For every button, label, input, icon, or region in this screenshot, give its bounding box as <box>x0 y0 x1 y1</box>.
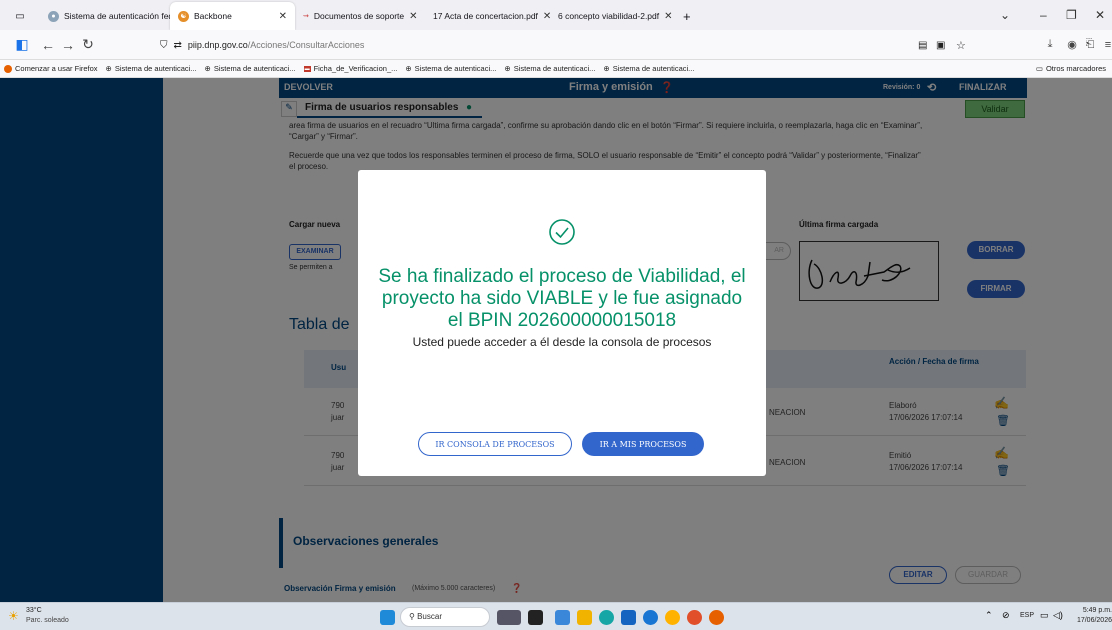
tab-list-chevron-icon[interactable]: ⌄ <box>1000 0 1010 30</box>
bookmark-item[interactable]: ⊕ Sistema de autenticaci... <box>599 64 698 73</box>
weather-sun-icon: ☀ <box>8 609 19 623</box>
close-window-icon[interactable]: ✕ <box>1095 0 1105 30</box>
globe-icon: ⊕ <box>204 64 211 73</box>
browser-tab[interactable]: 17 Acta de concertacion.pdf ✕ <box>425 2 550 30</box>
tab-title: 6 concepto viabilidad-2.pdf <box>558 11 660 21</box>
bookmark-label: Sistema de autenticaci... <box>114 64 197 73</box>
chrome-icon[interactable] <box>665 610 680 625</box>
tab-list-button[interactable]: ▭ <box>0 2 40 30</box>
bookmark-label: Sistema de autenticaci... <box>414 64 497 73</box>
store-icon[interactable] <box>621 610 636 625</box>
bookmark-label: Ficha_de_Verificacion_... <box>313 64 398 73</box>
url-path: /Acciones/ConsultarAcciones <box>247 40 365 50</box>
display-icon[interactable]: ▭ <box>1040 610 1049 621</box>
bookmark-item[interactable]: ⊕ Sistema de autenticaci... <box>500 64 599 73</box>
bookmark-label: Sistema de autenticaci... <box>612 64 695 73</box>
opera-icon[interactable] <box>687 610 702 625</box>
search-placeholder: Buscar <box>417 612 442 621</box>
volume-icon[interactable]: ◁) <box>1053 610 1063 621</box>
restore-icon[interactable]: ❐ <box>1066 0 1077 30</box>
network-icon[interactable]: ⊘ <box>1002 610 1010 621</box>
globe-icon: ⊕ <box>504 64 511 73</box>
clock-time[interactable]: 5:49 p.m. <box>1076 607 1112 614</box>
start-icon[interactable] <box>380 610 395 625</box>
go-to-my-processes-button[interactable]: IR A MIS PROCESOS <box>582 432 704 456</box>
ficha-icon: ▬ <box>303 65 311 72</box>
browser-tab[interactable]: 6 concepto viabilidad-2.pdf ✕ <box>550 2 675 30</box>
browser-tab[interactable]: ⇝ Documentos de soporte ✕ <box>295 2 425 30</box>
bookmark-label: Sistema de autenticaci... <box>213 64 296 73</box>
extensions-icon[interactable]: ⎗ <box>1080 38 1100 51</box>
success-check-icon <box>358 218 766 246</box>
modal-message: Se ha finalizado el proceso de Viabilida… <box>378 266 746 331</box>
bookmark-item[interactable]: ⊕ Sistema de autenticaci... <box>102 64 201 73</box>
bookmark-label: Comenzar a usar Firefox <box>15 64 98 73</box>
doc-favicon-icon: ⇝ <box>303 13 309 20</box>
teams-icon[interactable] <box>555 610 570 625</box>
widgets-icon[interactable] <box>497 610 521 625</box>
bookmark-item[interactable]: Comenzar a usar Firefox <box>0 64 102 73</box>
site-favicon-icon: ● <box>48 10 59 22</box>
success-modal: Se ha finalizado el proceso de Viabilida… <box>358 170 766 476</box>
weather-text: Parc. soleado <box>26 617 69 624</box>
bookmarks-bar: Comenzar a usar Firefox ⊕ Sistema de aute… <box>0 60 1112 78</box>
taskbar-search[interactable]: ⚲ Buscar <box>400 607 490 627</box>
back-icon[interactable]: ← <box>38 37 58 53</box>
downloads-icon[interactable]: ⤓ <box>1040 38 1060 51</box>
folder-icon: ▭ <box>1035 64 1043 73</box>
url-domain: piip.dnp.gov.co <box>187 40 248 50</box>
bookmark-item[interactable]: ⊕ Sistema de autenticaci... <box>401 64 500 73</box>
globe-icon: ⊕ <box>405 64 412 73</box>
reader-view-icon[interactable]: ▤ <box>918 40 927 51</box>
forward-icon[interactable]: → <box>58 37 78 53</box>
go-to-console-button[interactable]: IR CONSOLA DE PROCESOS <box>418 432 572 456</box>
shield-icon: ⛉ <box>160 39 168 51</box>
task-view-icon[interactable] <box>528 610 543 625</box>
tab-title: Backbone <box>194 11 232 21</box>
close-tab-icon[interactable]: ✕ <box>543 11 550 22</box>
windows-taskbar: ☀ 33°C Parc. soleado ⚲ Buscar ⌃ ⊘ ESP ▭ … <box>0 602 1112 630</box>
file-explorer-icon[interactable] <box>577 610 592 625</box>
minimize-icon[interactable]: – <box>1040 0 1047 30</box>
browser-tab[interactable]: ● Sistema de autenticación federada ✕ <box>40 2 170 30</box>
bookmark-label: Sistema de autenticaci... <box>513 64 596 73</box>
translate-icon[interactable]: ▣ <box>936 40 945 51</box>
language-indicator[interactable]: ESP <box>1020 612 1034 619</box>
clock-date[interactable]: 17/06/2026 <box>1076 617 1112 624</box>
close-tab-icon[interactable]: ✕ <box>664 11 672 22</box>
firefox-icon[interactable] <box>709 610 724 625</box>
account-icon[interactable]: ◉ <box>1062 38 1082 51</box>
browser-tab-strip: ▭ ● Sistema de autenticación federada ✕ … <box>0 0 1112 30</box>
new-tab-label: + <box>683 8 691 24</box>
reload-icon[interactable]: ↻ <box>78 36 98 53</box>
tab-title: Documentos de soporte <box>313 11 405 21</box>
other-bookmarks[interactable]: ▭ Otros marcadores <box>1032 64 1110 73</box>
app-icon[interactable] <box>643 610 658 625</box>
modal-sub-message: Usted puede acceder a él desde la consol… <box>412 335 712 349</box>
bookmark-label: Otros marcadores <box>1045 64 1106 73</box>
temperature-text: 33°C <box>26 607 42 614</box>
globe-icon: ⊕ <box>603 64 610 73</box>
navigation-bar: ◧ ← → ↻ ⛉ ⇄ piip.dnp.gov.co/Acciones/Con… <box>0 30 1112 60</box>
sidebar-toggle-icon[interactable]: ◧ <box>12 36 32 53</box>
firefox-icon <box>4 64 12 73</box>
search-icon: ⚲ <box>409 612 415 621</box>
tab-title: 17 Acta de concertacion.pdf <box>433 11 538 21</box>
permissions-icon: ⇄ <box>173 39 182 51</box>
menu-icon[interactable]: ≡ <box>1098 39 1112 51</box>
close-tab-icon[interactable]: ✕ <box>279 11 287 22</box>
globe-icon: ⊕ <box>105 64 112 73</box>
close-tab-icon[interactable]: ✕ <box>409 11 417 22</box>
edge-icon[interactable] <box>599 610 614 625</box>
browser-tab-active[interactable]: ☯ Backbone ✕ <box>170 2 295 30</box>
bookmark-item[interactable]: ▬ Ficha_de_Verificacion_... <box>300 64 402 73</box>
backbone-favicon-icon: ☯ <box>178 10 189 22</box>
bookmark-item[interactable]: ⊕ Sistema de autenticaci... <box>201 64 300 73</box>
address-bar[interactable]: ⛉ ⇄ piip.dnp.gov.co/Acciones/ConsultarAc… <box>160 33 980 57</box>
tab-list-icon: ▭ <box>15 10 25 22</box>
bookmark-star-icon[interactable]: ☆ <box>956 39 966 52</box>
tab-title: Sistema de autenticación federada <box>64 11 170 21</box>
new-tab-button[interactable]: + <box>675 2 700 30</box>
tray-chevron-icon[interactable]: ⌃ <box>985 610 993 621</box>
